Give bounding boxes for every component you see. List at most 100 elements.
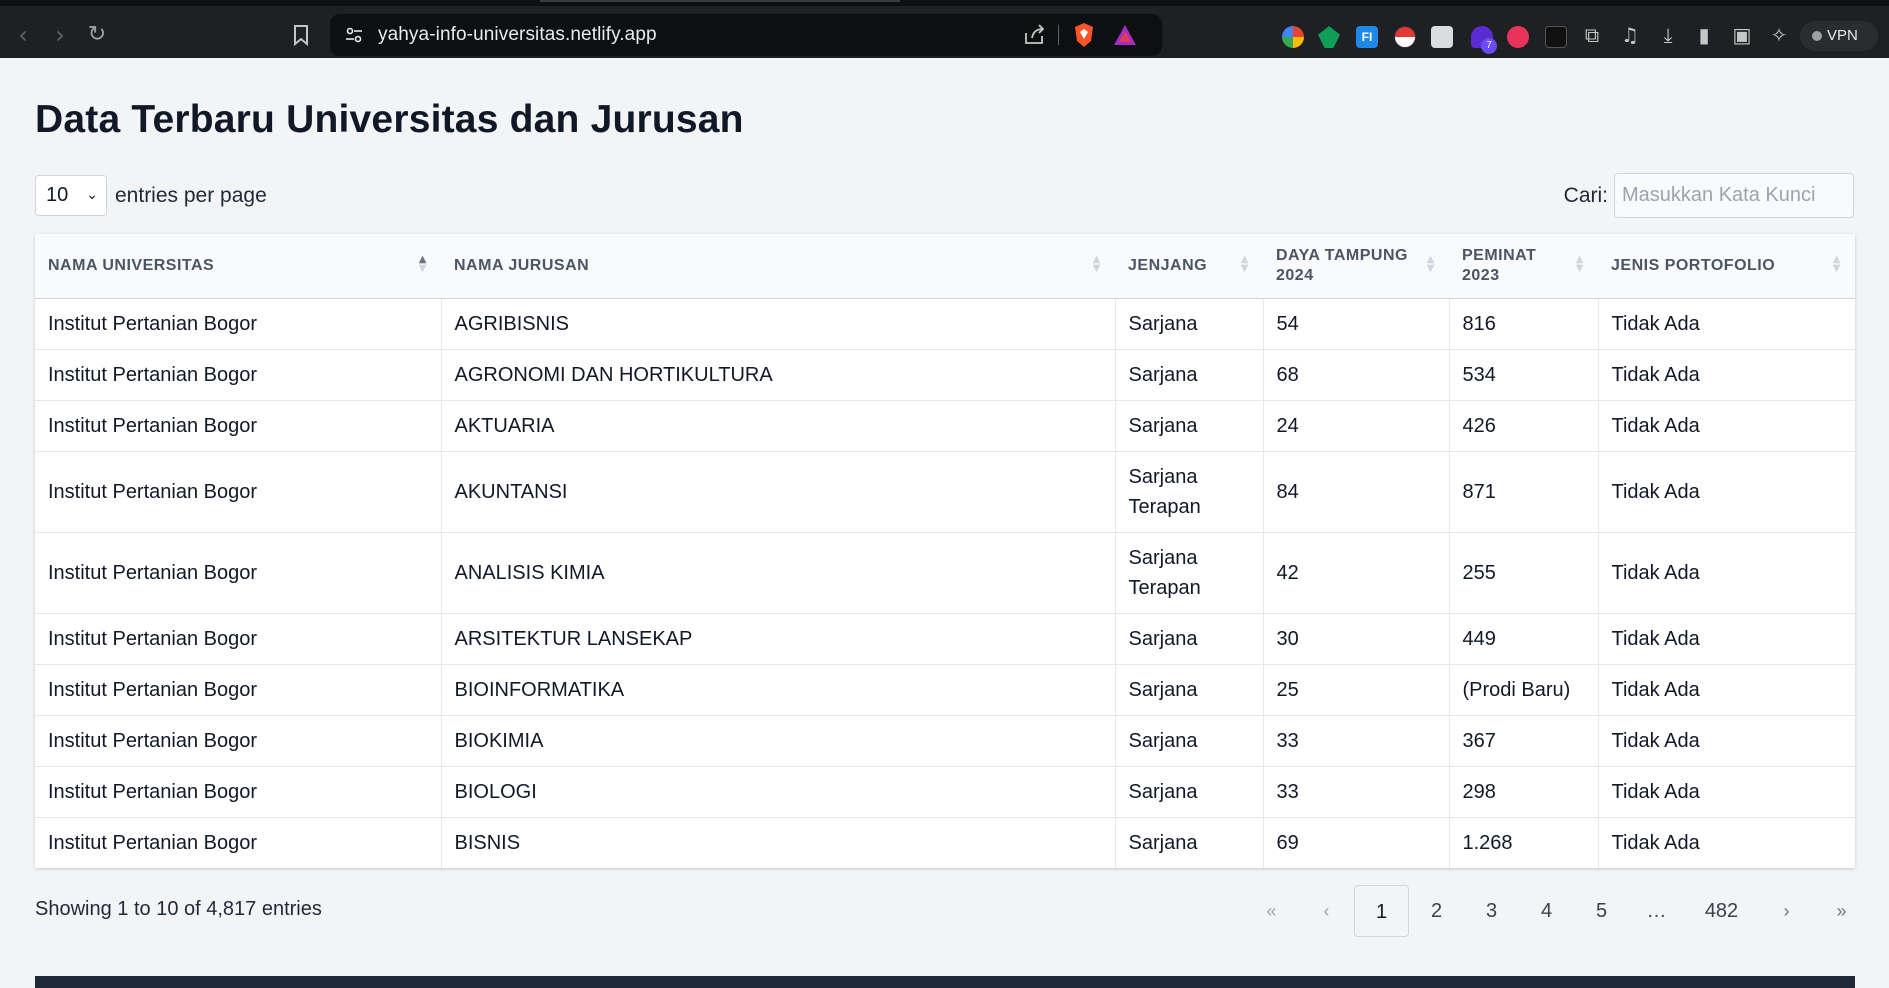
- cell-daya-tampung: 68: [1263, 349, 1450, 401]
- cell-jenjang: Sarjana: [1115, 613, 1264, 665]
- cell-nama-jurusan: BIOINFORMATIKA: [441, 664, 1116, 716]
- omnibox-divider: [1058, 25, 1059, 45]
- data-table: NAMA UNIVERSITAS ▲ ▼ NAMA JURUSAN ▲ ▼ JENJAN…: [35, 234, 1855, 868]
- search-input[interactable]: [1614, 173, 1854, 218]
- vpn-status-dot: [1812, 31, 1822, 41]
- column-header-label: DAYA TAMPUNG 2024: [1276, 246, 1408, 284]
- cell-nama-universitas: Institut Pertanian Bogor: [35, 298, 442, 350]
- bookmark-icon[interactable]: [287, 20, 315, 50]
- pokeball-extension-icon[interactable]: [1394, 26, 1416, 48]
- forward-button[interactable]: ›: [45, 20, 75, 50]
- cell-jenis-portofolio: Tidak Ada: [1598, 715, 1855, 767]
- cell-nama-universitas: Institut Pertanian Bogor: [35, 349, 442, 401]
- cell-jenjang: Sarjana: [1115, 817, 1264, 868]
- cell-jenjang: Sarjana Terapan: [1115, 451, 1264, 533]
- vpn-label: VPN: [1827, 27, 1858, 44]
- cell-nama-universitas: Institut Pertanian Bogor: [35, 715, 442, 767]
- cell-jenjang: Sarjana Terapan: [1115, 532, 1264, 614]
- column-header-daya-tampung[interactable]: DAYA TAMPUNG 2024 ▲ ▼: [1263, 234, 1449, 299]
- black-extension-icon[interactable]: [1545, 26, 1567, 48]
- cell-peminat: 367: [1449, 715, 1599, 767]
- table-row: Institut Pertanian Bogor AKUNTANSI Sarjana…: [35, 451, 1855, 533]
- cell-nama-universitas: Institut Pertanian Bogor: [35, 766, 442, 818]
- cell-nama-universitas: Institut Pertanian Bogor: [35, 400, 442, 452]
- green-extension-icon[interactable]: [1318, 26, 1340, 48]
- prev-page-button[interactable]: ‹: [1299, 885, 1354, 937]
- leo-ai-icon[interactable]: ✧: [1767, 22, 1791, 48]
- reload-button[interactable]: ↻: [82, 20, 112, 50]
- cell-peminat: (Prodi Baru): [1449, 664, 1599, 716]
- cell-peminat: 871: [1449, 451, 1599, 533]
- column-header-peminat[interactable]: PEMINAT 2023 ▲ ▼: [1449, 234, 1598, 299]
- cell-nama-jurusan: AKTUARIA: [441, 400, 1116, 452]
- page-button-4[interactable]: 4: [1519, 885, 1574, 937]
- cell-jenis-portofolio: Tidak Ada: [1598, 766, 1855, 818]
- red-extension-icon[interactable]: [1507, 26, 1529, 48]
- table-row: Institut Pertanian Bogor BIOINFORMATIKA Sa…: [35, 664, 1855, 716]
- column-header-label: JENJANG: [1128, 256, 1208, 274]
- translate-extension-icon[interactable]: FI: [1356, 26, 1378, 48]
- pagination: « ‹ 1 2 3 4 5 … 482 › »: [1244, 885, 1869, 937]
- entries-length-control: 10 ⌄ entries per page: [35, 175, 267, 216]
- column-header-label: NAMA UNIVERSITAS: [48, 256, 215, 274]
- next-page-button[interactable]: ›: [1759, 885, 1814, 937]
- column-header-label: NAMA JURUSAN: [454, 256, 590, 274]
- cell-daya-tampung: 30: [1263, 613, 1450, 665]
- table-row: Institut Pertanian Bogor ARSITEKTUR LANSE…: [35, 613, 1855, 665]
- last-page-button[interactable]: »: [1814, 885, 1869, 937]
- cell-daya-tampung: 42: [1263, 532, 1450, 614]
- site-settings-icon[interactable]: [344, 25, 364, 45]
- wallet-icon[interactable]: ▣: [1730, 22, 1754, 48]
- page-button-1[interactable]: 1: [1354, 885, 1409, 937]
- table-row: Institut Pertanian Bogor BIOKIMIA Sarjana 3…: [35, 715, 1855, 767]
- media-music-icon[interactable]: ♫: [1618, 22, 1642, 48]
- table-row: Institut Pertanian Bogor AGRIBISNIS Sarjan…: [35, 298, 1855, 350]
- cell-daya-tampung: 33: [1263, 766, 1450, 818]
- cell-jenis-portofolio: Tidak Ada: [1611, 831, 1700, 854]
- column-header-jenis-portofolio[interactable]: JENIS PORTOFOLIO ▲ ▼: [1598, 234, 1855, 299]
- column-header-nama-universitas[interactable]: NAMA UNIVERSITAS ▲ ▼: [35, 234, 441, 299]
- entries-per-page-value: 10: [46, 184, 69, 206]
- cell-peminat: 255: [1449, 532, 1599, 614]
- page-button-5[interactable]: 5: [1574, 885, 1629, 937]
- cell-nama-universitas: Institut Pertanian Bogor: [35, 532, 442, 614]
- share-icon[interactable]: [1022, 23, 1046, 47]
- table-header-row: NAMA UNIVERSITAS ▲ ▼ NAMA JURUSAN ▲ ▼ JENJAN…: [35, 234, 1855, 299]
- cell-jenjang: Sarjana: [1115, 664, 1264, 716]
- cell-nama-jurusan: BISNIS: [441, 817, 1116, 868]
- entries-per-page-select[interactable]: 10 ⌄: [35, 175, 107, 216]
- extensions-puzzle-icon[interactable]: ⧉: [1580, 22, 1604, 48]
- cell-peminat: 534: [1449, 349, 1599, 401]
- column-header-jenjang[interactable]: JENJANG ▲ ▼: [1115, 234, 1263, 299]
- sort-icon: ▲ ▼: [1832, 254, 1841, 274]
- sidebar-toggle-icon[interactable]: ▮: [1692, 22, 1716, 48]
- column-header-nama-jurusan[interactable]: NAMA JURUSAN ▲ ▼: [441, 234, 1115, 299]
- image-extension-icon[interactable]: [1431, 26, 1453, 48]
- cell-daya-tampung: 84: [1263, 451, 1450, 533]
- vpn-button[interactable]: VPN: [1800, 21, 1878, 51]
- sort-icon: ▲ ▼: [1426, 254, 1435, 274]
- back-button[interactable]: ‹: [8, 20, 38, 50]
- cell-daya-tampung: 69: [1263, 817, 1450, 868]
- cell-daya-tampung: 24: [1263, 400, 1450, 452]
- brave-rewards-icon[interactable]: [1112, 23, 1138, 47]
- cell-jenis-portofolio: Tidak Ada: [1598, 664, 1855, 716]
- downloads-icon[interactable]: ⤓: [1656, 22, 1680, 48]
- cell-jenjang: Sarjana: [1115, 766, 1264, 818]
- first-page-button[interactable]: «: [1244, 885, 1299, 937]
- cell-daya-tampung: 25: [1263, 664, 1450, 716]
- column-header-label: JENIS PORTOFOLIO: [1611, 256, 1776, 274]
- purple-extension-icon[interactable]: 7: [1471, 26, 1497, 54]
- color-extension-icon[interactable]: [1282, 26, 1304, 48]
- search-label: Cari:: [1563, 183, 1608, 207]
- address-bar[interactable]: yahya-info-universitas.netlify.app: [330, 14, 1162, 56]
- pagination-ellipsis: …: [1646, 900, 1667, 922]
- page-button-3[interactable]: 3: [1464, 885, 1519, 937]
- cell-peminat: 449: [1449, 613, 1599, 665]
- sort-icon: ▲ ▼: [1092, 254, 1101, 274]
- page-button-last[interactable]: 482: [1684, 885, 1759, 937]
- cell-nama-jurusan: AKUNTANSI: [441, 451, 1116, 533]
- brave-shields-icon[interactable]: [1072, 21, 1096, 49]
- page-button-2[interactable]: 2: [1409, 885, 1464, 937]
- url-text: yahya-info-universitas.netlify.app: [378, 24, 657, 45]
